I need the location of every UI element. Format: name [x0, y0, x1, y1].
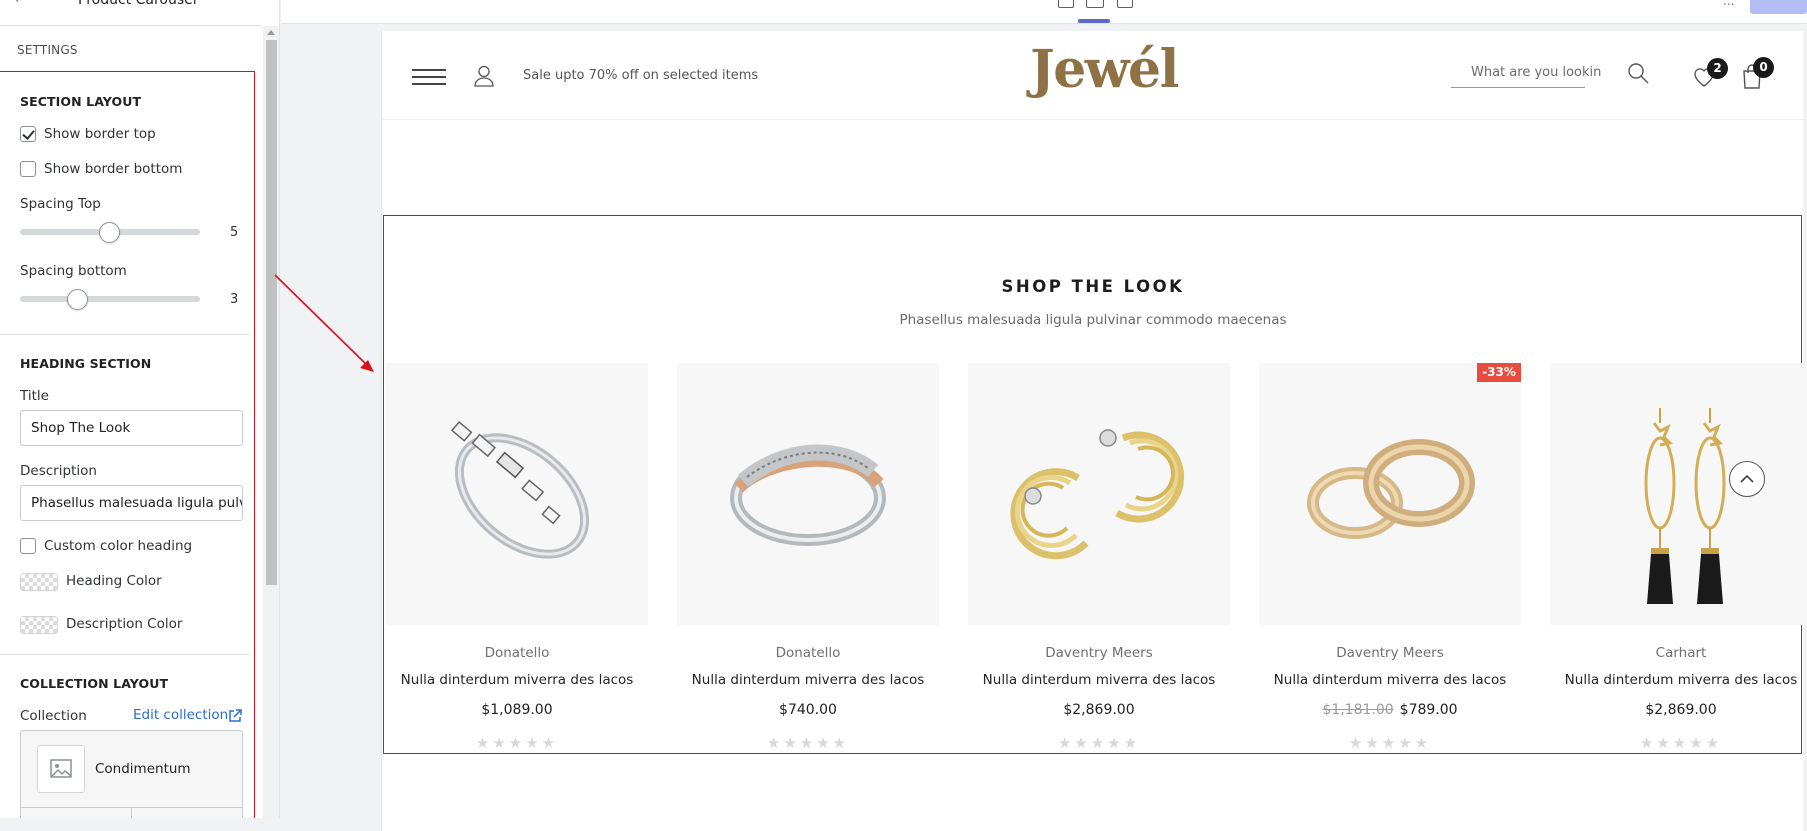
ring-icon: [730, 444, 886, 546]
star-rating: ★★★★★: [766, 734, 850, 752]
image-placeholder-icon: [37, 745, 85, 793]
spacing-bottom-value: 3: [230, 292, 239, 307]
promo-text: Sale upto 70% off on selected items: [523, 68, 759, 83]
spacing-bottom-slider-thumb[interactable]: [67, 289, 88, 310]
spacing-bottom-slider[interactable]: [20, 296, 200, 302]
spacing-bottom-label: Spacing bottom: [20, 263, 127, 279]
custom-color-heading-checkbox[interactable]: [20, 538, 36, 554]
spacing-top-label: Spacing Top: [20, 196, 101, 212]
collection-name: Condimentum: [95, 761, 191, 777]
title-field-label: Title: [20, 388, 49, 404]
settings-label: SETTINGS: [17, 43, 78, 57]
card-divider: [131, 807, 132, 818]
store-logo[interactable]: Jewél: [1019, 39, 1189, 100]
heading-section-title: HEADING SECTION: [20, 356, 152, 371]
product-title[interactable]: Nulla dinterdum miverra des lacos: [1259, 672, 1521, 688]
settings-sidebar: ‹ Product Carousel SETTINGS SECTION LAYO…: [0, 0, 280, 818]
product-title[interactable]: Nulla dinterdum miverra des lacos: [677, 672, 939, 688]
external-link-icon[interactable]: [228, 709, 242, 723]
rings-icon: [1307, 439, 1475, 539]
star-rating: ★★★★★: [1639, 734, 1723, 752]
preview-toolbar: [281, 0, 1807, 24]
section-subtitle: Phasellus malesuada ligula pulvinar comm…: [899, 312, 1287, 328]
product-title[interactable]: Nulla dinterdum miverra des lacos: [386, 672, 648, 688]
product-price: $740.00: [677, 702, 939, 718]
arrow-left-icon[interactable]: ‹: [14, 0, 19, 7]
annotation-arrow-icon: [274, 274, 374, 372]
star-rating: ★★★★★: [475, 734, 559, 752]
fullscreen-view-icon[interactable]: [1117, 0, 1133, 8]
menu-icon[interactable]: [412, 69, 446, 85]
product-vendor[interactable]: Donatello: [386, 645, 648, 661]
product-price: $2,869.00: [1550, 702, 1807, 718]
search-icon[interactable]: [1627, 62, 1649, 84]
spacing-top-value: 5: [230, 225, 239, 240]
section-title: SHOP THE LOOK: [1001, 277, 1185, 296]
section-layout-title: SECTION LAYOUT: [20, 94, 142, 109]
active-view-indicator: [1078, 19, 1110, 23]
cart-count-badge: 0: [1753, 57, 1774, 78]
wishlist-count-badge: 2: [1707, 58, 1728, 79]
description-color-label: Description Color: [66, 616, 183, 632]
product-title[interactable]: Nulla dinterdum miverra des lacos: [1550, 672, 1807, 688]
scroll-to-top-button[interactable]: [1729, 461, 1765, 497]
spacing-top-slider-thumb[interactable]: [99, 222, 120, 243]
store-preview: Sale upto 70% off on selected items Jewé…: [381, 31, 1807, 831]
ring-icon: [450, 420, 590, 559]
price-current: $1,089.00: [481, 702, 553, 718]
description-input[interactable]: Phasellus malesuada ligula pulvir: [20, 485, 243, 521]
user-icon[interactable]: [474, 65, 494, 87]
section-divider: [0, 334, 250, 335]
price-current: $2,869.00: [1063, 702, 1135, 718]
sidebar-scrollbar[interactable]: [263, 26, 279, 818]
collection-layout-title: COLLECTION LAYOUT: [20, 676, 169, 691]
product-vendor[interactable]: Carhart: [1550, 645, 1807, 661]
product-vendor[interactable]: Daventry Meers: [968, 645, 1230, 661]
earrings-icon: [1010, 429, 1185, 560]
price-current: $789.00: [1399, 702, 1458, 718]
edit-collection-link[interactable]: Edit collection: [133, 707, 228, 723]
title-input[interactable]: Shop The Look: [20, 410, 243, 446]
collection-label: Collection: [20, 708, 87, 724]
show-border-top-label: Show border top: [44, 126, 156, 142]
sale-badge: -33%: [1477, 363, 1521, 382]
price-compare: $1,181.00: [1322, 702, 1394, 718]
show-border-bottom-checkbox[interactable]: [20, 161, 36, 177]
description-color-swatch[interactable]: [20, 616, 58, 634]
scroll-up-arrow-icon[interactable]: [267, 30, 275, 35]
product-image[interactable]: [968, 363, 1230, 625]
price-current: $740.00: [779, 702, 837, 718]
search-input[interactable]: What are you lookin: [1451, 58, 1601, 88]
sidebar-header: ‹ Product Carousel: [0, 0, 262, 26]
show-border-top-checkbox[interactable]: [20, 126, 36, 142]
product-image[interactable]: [386, 363, 648, 625]
page-title: Product Carousel: [78, 0, 197, 8]
star-rating: ★★★★★: [1057, 734, 1141, 752]
product-vendor[interactable]: Donatello: [677, 645, 939, 661]
show-border-bottom-label: Show border bottom: [44, 161, 183, 177]
product-price: $1,089.00: [386, 702, 648, 718]
product-image[interactable]: -33%: [1259, 363, 1521, 625]
save-button[interactable]: [1750, 0, 1807, 14]
product-vendor[interactable]: Daventry Meers: [1259, 645, 1521, 661]
section-divider: [0, 654, 250, 655]
desktop-view-icon[interactable]: [1086, 0, 1104, 8]
product-price: $1,181.00 $789.00: [1259, 702, 1521, 718]
header-divider: [382, 119, 1804, 120]
chevron-up-icon: [1740, 474, 1754, 483]
star-rating: ★★★★★: [1348, 734, 1432, 752]
product-image[interactable]: [677, 363, 939, 625]
heading-color-label: Heading Color: [66, 573, 162, 589]
heading-color-swatch[interactable]: [20, 573, 58, 591]
product-image[interactable]: [1550, 363, 1807, 625]
mobile-view-icon[interactable]: [1058, 0, 1074, 8]
product-price: $2,869.00: [968, 702, 1230, 718]
toolbar-more-text[interactable]: ...: [1723, 0, 1734, 8]
description-field-label: Description: [20, 463, 97, 479]
product-title[interactable]: Nulla dinterdum miverra des lacos: [968, 672, 1230, 688]
custom-color-heading-label: Custom color heading: [44, 538, 193, 554]
collection-card[interactable]: Condimentum: [20, 730, 243, 818]
price-current: $2,869.00: [1645, 702, 1717, 718]
earrings-icon: [1644, 408, 1726, 604]
